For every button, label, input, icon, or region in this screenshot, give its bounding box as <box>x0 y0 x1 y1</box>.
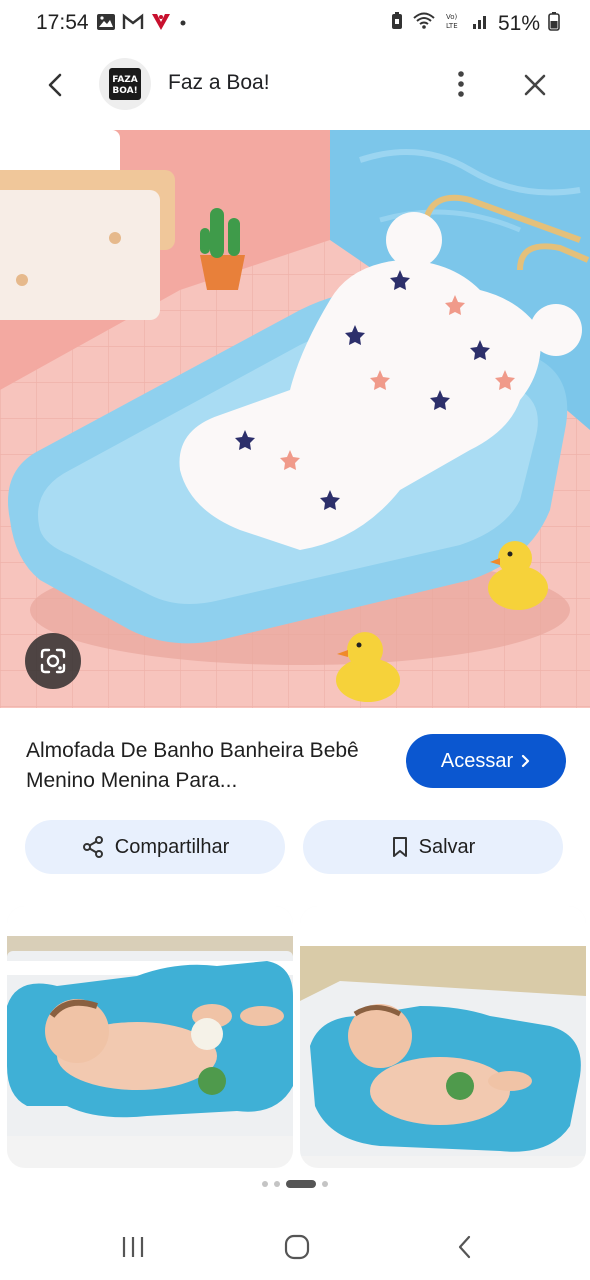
svg-text:Vo): Vo) <box>446 13 458 21</box>
home-button[interactable] <box>282 1232 312 1262</box>
battery-saver-icon <box>390 11 404 36</box>
product-title: Almofada De Banho Banheira Bebê Menino M… <box>26 739 359 792</box>
svg-text:LTE: LTE <box>446 22 458 30</box>
related-image-2[interactable] <box>300 906 586 1168</box>
more-options-button[interactable] <box>446 64 476 104</box>
wifi-icon <box>412 11 436 36</box>
product-image[interactable] <box>0 130 590 708</box>
back-chevron-icon <box>458 1235 471 1259</box>
home-icon <box>284 1234 310 1260</box>
related-image-1[interactable] <box>7 906 293 1168</box>
gmail-icon <box>122 13 144 36</box>
signal-icon <box>472 12 490 35</box>
save-button[interactable]: Salvar <box>303 820 563 874</box>
svg-text:BOA!: BOA! <box>112 86 137 96</box>
site-logo: FAZA BOA! <box>99 58 151 110</box>
dot-icon <box>178 13 188 36</box>
more-vert-icon <box>458 71 464 97</box>
close-icon <box>524 74 546 96</box>
visit-label: Acessar <box>440 749 514 772</box>
top-app-bar: FAZA BOA! Faz a Boa! <box>0 52 590 116</box>
battery-icon <box>548 11 560 36</box>
vivo-icon <box>150 12 172 37</box>
share-button[interactable]: Compartilhar <box>25 820 285 874</box>
bookmark-icon <box>392 837 407 857</box>
site-name: Faz a Boa! <box>168 71 270 94</box>
back-button[interactable] <box>36 66 74 104</box>
lens-icon <box>40 648 66 674</box>
svg-text:FAZA: FAZA <box>112 75 138 85</box>
carousel-dot <box>274 1181 280 1187</box>
close-button[interactable] <box>516 66 554 104</box>
system-navigation-bar <box>0 1214 590 1280</box>
battery-percent: 51% <box>497 11 540 35</box>
carousel-dot-active <box>286 1180 316 1188</box>
site-logo-mark: FAZA BOA! <box>109 68 141 100</box>
save-label: Salvar <box>418 835 476 858</box>
back-arrow-icon <box>48 73 62 97</box>
gallery-icon <box>96 13 116 36</box>
visit-button[interactable]: Acessar <box>406 734 566 788</box>
recents-icon <box>122 1237 144 1257</box>
volte-icon: Vo) LTE <box>444 11 464 36</box>
status-bar: 17:54 Vo) LTE 51% <box>0 0 590 50</box>
status-time: 17:54 <box>36 11 89 34</box>
share-label: Compartilhar <box>114 835 230 858</box>
carousel-dot <box>262 1181 268 1187</box>
google-lens-button[interactable] <box>25 633 81 689</box>
carousel-dot <box>322 1181 328 1187</box>
share-icon <box>82 836 103 858</box>
carousel-indicator <box>0 1180 590 1188</box>
system-back-button[interactable] <box>450 1232 480 1262</box>
recents-button[interactable] <box>118 1232 148 1262</box>
chevron-right-icon <box>522 754 530 768</box>
